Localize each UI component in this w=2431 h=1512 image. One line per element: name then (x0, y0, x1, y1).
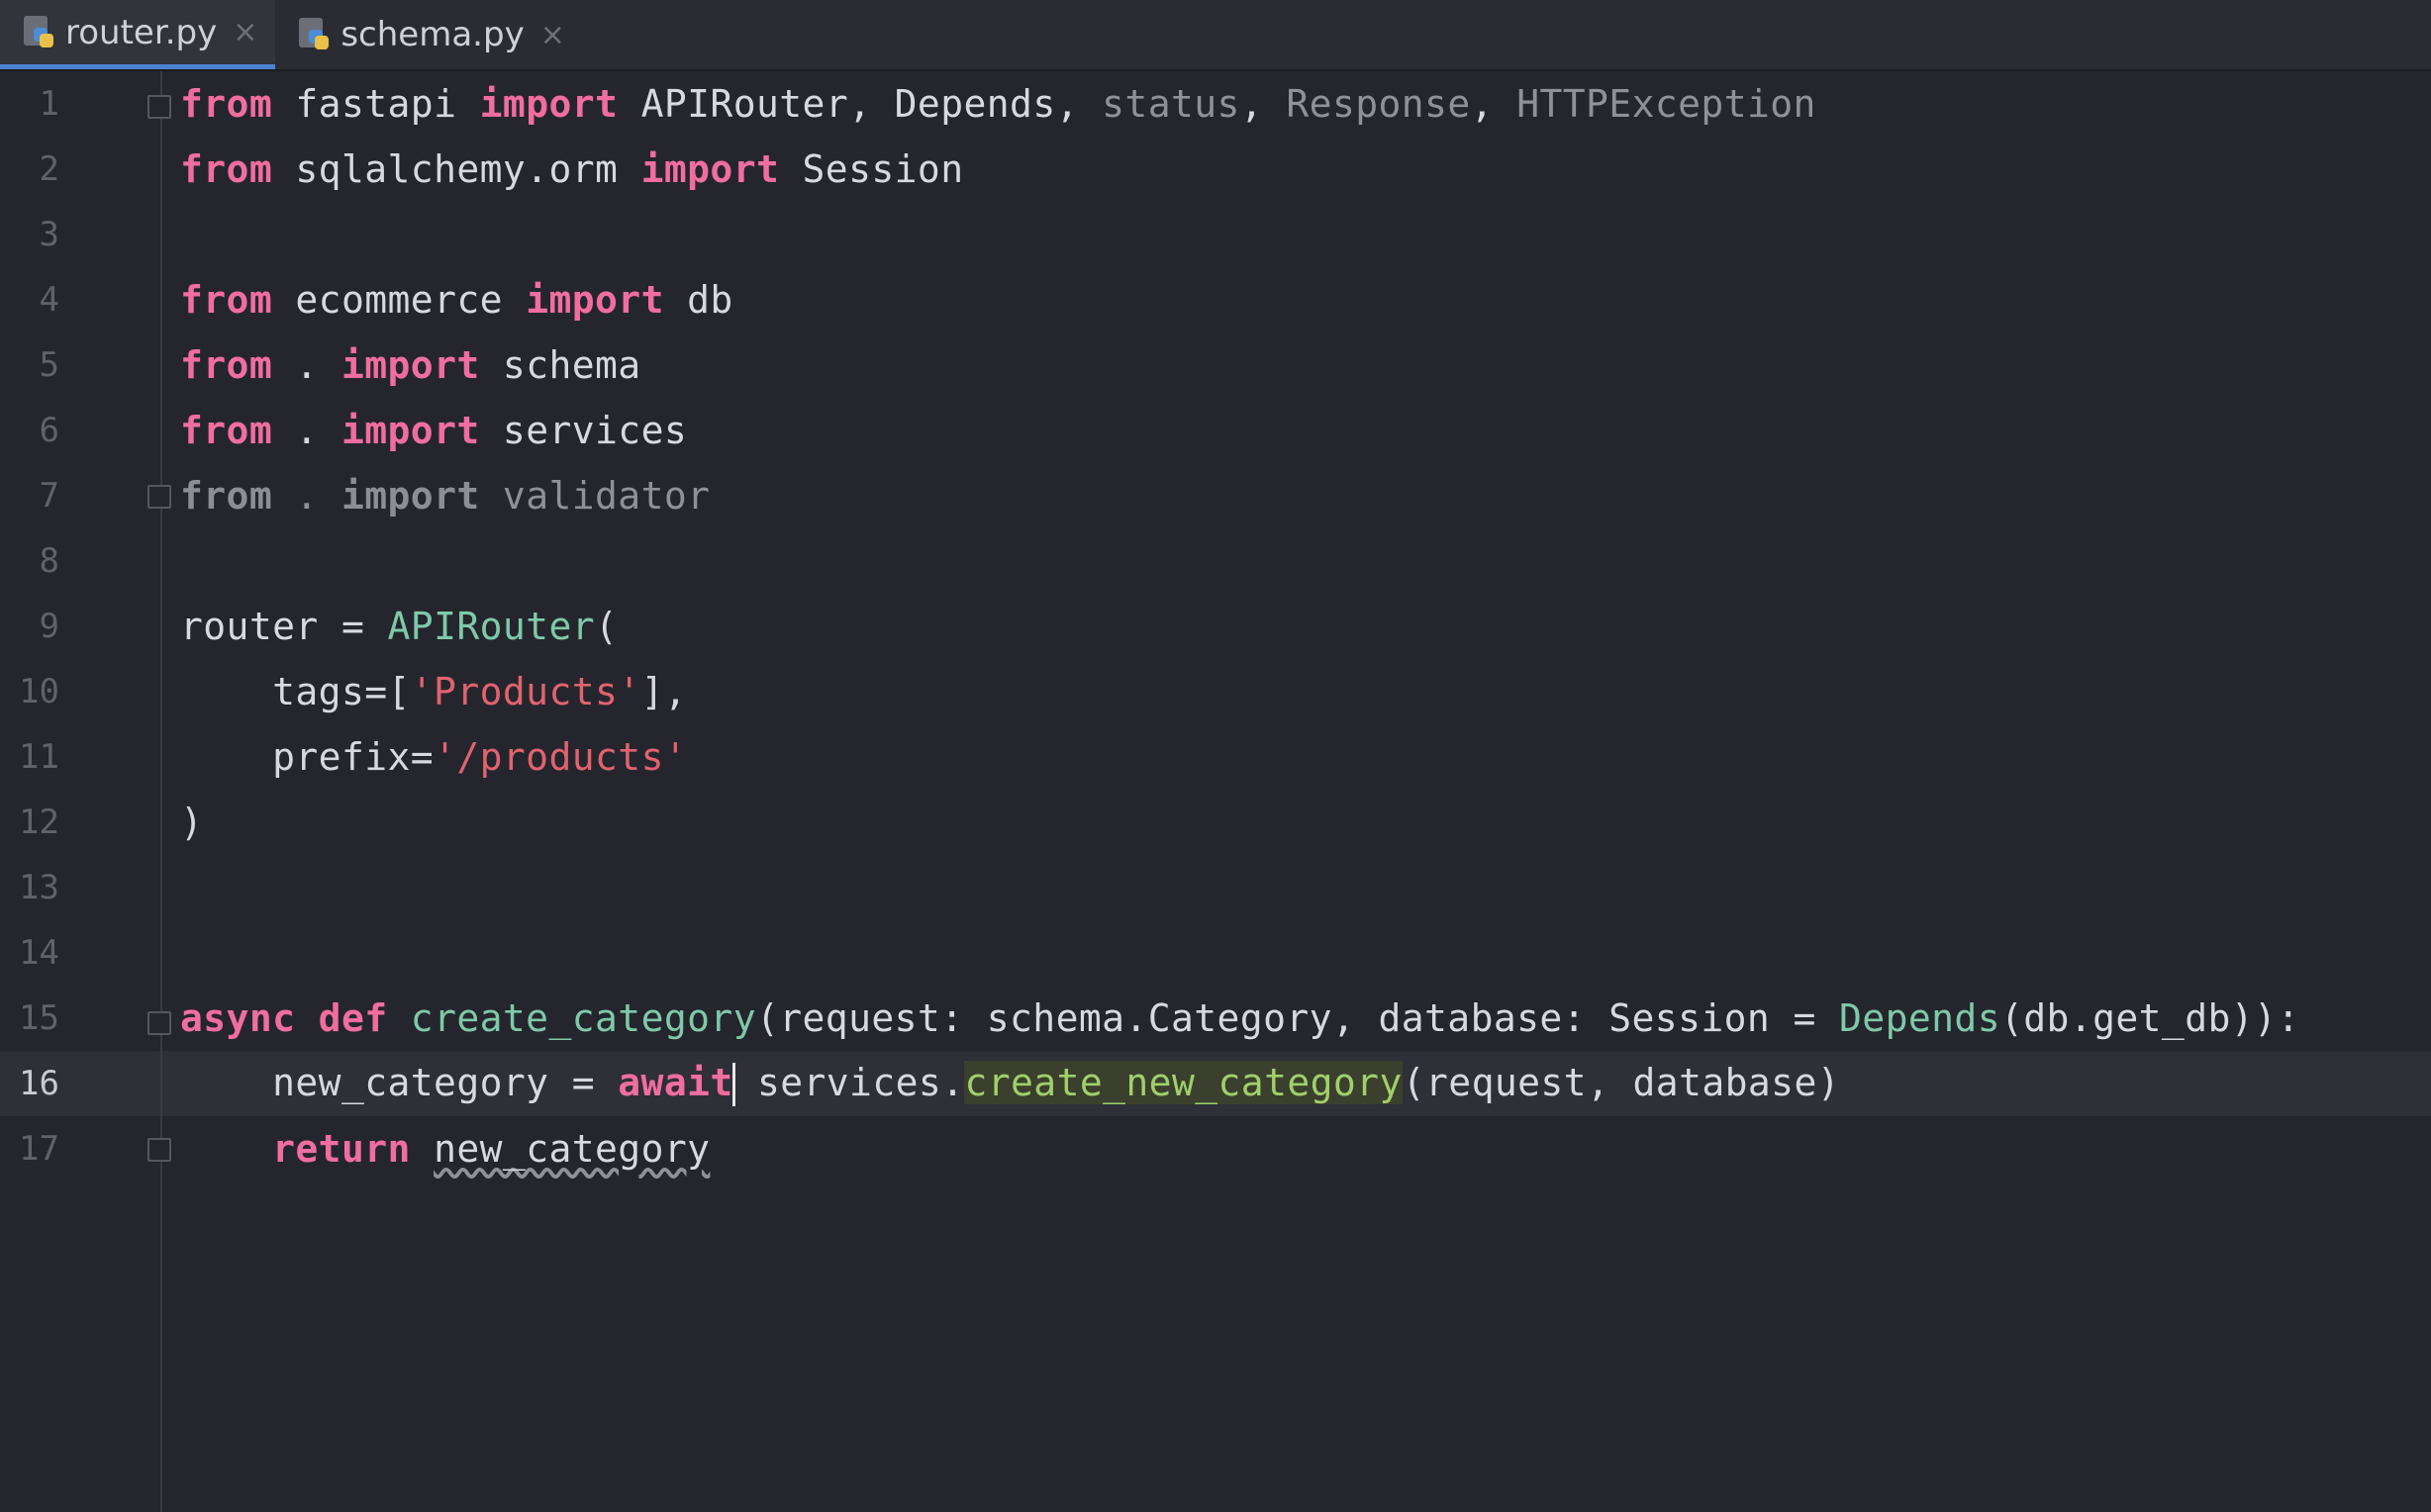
code-line[interactable]: 3 (0, 202, 2431, 267)
code-text[interactable]: ) (180, 801, 203, 844)
code-text[interactable]: from . import services (180, 409, 687, 452)
code-text[interactable]: from . import schema (180, 343, 641, 387)
unresolved-call-highlight: create_new_category (964, 1060, 1403, 1104)
code-text[interactable]: router = APIRouter( (180, 605, 618, 648)
code-line[interactable]: 4 from ecommerce import db (0, 267, 2431, 332)
tab-label: router.py (65, 12, 218, 52)
code-text[interactable]: prefix='/products' (180, 735, 687, 779)
code-line[interactable]: 5 from . import schema (0, 332, 2431, 398)
code-line[interactable]: 11 prefix='/products' (0, 724, 2431, 790)
tab-router-py[interactable]: router.py × (0, 0, 276, 69)
line-number: 3 (39, 215, 59, 254)
code-line[interactable]: 10 tags=['Products'], (0, 659, 2431, 724)
code-line[interactable]: 6 from . import services (0, 398, 2431, 463)
line-number: 17 (19, 1129, 59, 1169)
code-line[interactable]: 7 from . import validator (0, 463, 2431, 528)
code-line-current[interactable]: 16 new_category = await services.create_… (0, 1051, 2431, 1116)
line-number: 15 (19, 998, 59, 1038)
tab-schema-py[interactable]: schema.py × (275, 0, 582, 69)
line-number: 4 (39, 280, 59, 320)
code-text[interactable]: from fastapi import APIRouter, Depends, … (180, 82, 1816, 126)
line-number: 8 (39, 541, 59, 581)
code-line[interactable]: 13 (0, 855, 2431, 920)
line-number: 12 (19, 803, 59, 842)
code-line[interactable]: 17 return new_category (0, 1116, 2431, 1181)
line-number: 7 (39, 476, 59, 516)
close-icon[interactable]: × (233, 15, 257, 49)
line-number: 6 (39, 411, 59, 450)
line-number: 16 (19, 1064, 59, 1103)
code-line[interactable]: 8 (0, 528, 2431, 594)
code-editor[interactable]: 1 from fastapi import APIRouter, Depends… (0, 71, 2431, 1512)
code-text[interactable]: from . import validator (180, 474, 710, 518)
line-number: 5 (39, 345, 59, 385)
editor-tab-bar: router.py × schema.py × (0, 0, 2431, 71)
code-line[interactable]: 14 (0, 920, 2431, 986)
python-file-icon (297, 16, 331, 53)
code-text[interactable]: from sqlalchemy.orm import Session (180, 147, 963, 191)
code-line[interactable]: 9 router = APIRouter( (0, 594, 2431, 659)
code-text[interactable]: new_category = await services.create_new… (180, 1060, 1840, 1107)
code-text[interactable]: async def create_category(request: schem… (180, 996, 2300, 1040)
code-line[interactable]: 12 ) (0, 790, 2431, 855)
code-line[interactable]: 1 from fastapi import APIRouter, Depends… (0, 71, 2431, 137)
line-number: 13 (19, 868, 59, 907)
line-number: 9 (39, 607, 59, 646)
code-text[interactable]: from ecommerce import db (180, 278, 733, 322)
code-text[interactable]: return new_category (180, 1127, 710, 1171)
code-text[interactable]: tags=['Products'], (180, 670, 687, 713)
line-number: 11 (19, 737, 59, 777)
line-number: 10 (19, 672, 59, 711)
warning-squiggle: new_category (434, 1127, 711, 1171)
python-file-icon (22, 14, 55, 51)
line-number: 2 (39, 149, 59, 189)
line-number: 14 (19, 933, 59, 973)
code-line[interactable]: 15 async def create_category(request: sc… (0, 986, 2431, 1051)
tab-label: schema.py (340, 15, 525, 54)
line-number: 1 (39, 84, 59, 124)
code-line[interactable]: 2 from sqlalchemy.orm import Session (0, 137, 2431, 202)
close-icon[interactable]: × (540, 18, 565, 52)
